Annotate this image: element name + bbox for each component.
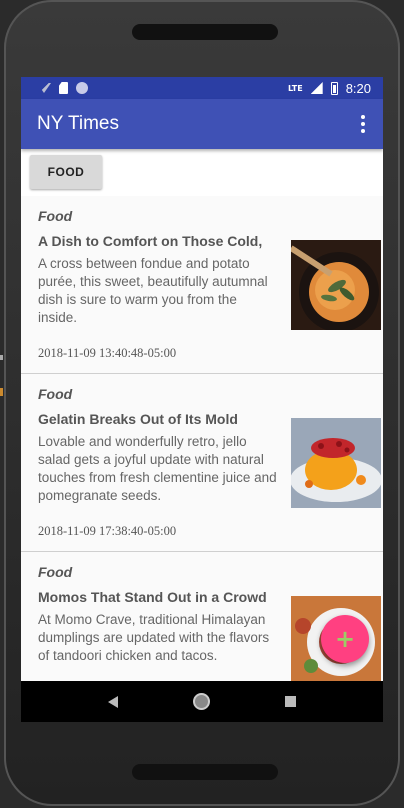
bottom-speaker xyxy=(132,764,278,780)
article-section: Food xyxy=(38,208,73,224)
article-abstract: A cross between fondue and potato purée,… xyxy=(38,256,268,325)
article-card[interactable]: Food Gelatin Breaks Out of Its Mold Lova… xyxy=(21,374,383,552)
back-icon[interactable] xyxy=(108,695,119,708)
recents-icon[interactable] xyxy=(284,696,296,707)
article-date: 2018-11-09 17:38:40-05:00 xyxy=(38,524,177,538)
home-icon[interactable] xyxy=(192,693,210,710)
signal-icon xyxy=(310,82,323,94)
article-section: Food xyxy=(38,386,73,402)
status-bar: LTE 8:20 xyxy=(21,77,383,99)
wifi-icon xyxy=(37,83,51,93)
article-section: Food xyxy=(38,564,73,580)
system-nav-bar xyxy=(21,681,383,722)
article-abstract: At Momo Crave, traditional Himalayan dum… xyxy=(38,612,270,663)
background-edge-mark xyxy=(0,355,3,360)
sd-card-icon xyxy=(59,82,68,94)
clock: 8:20 xyxy=(345,80,371,96)
article-headline: A Dish to Comfort on Those Cold, xyxy=(38,233,263,249)
article-thumbnail xyxy=(291,418,381,508)
add-fab-button[interactable]: + xyxy=(321,615,369,663)
article-headline: Momos That Stand Out in a Crowd xyxy=(38,589,267,605)
article-abstract: Lovable and wonderfully retro, jello sal… xyxy=(38,434,277,503)
filter-row: FOOD xyxy=(21,149,383,196)
article-thumbnail xyxy=(291,240,381,330)
article-date: 2018-11-09 13:40:48-05:00 xyxy=(38,346,177,360)
plus-icon: + xyxy=(334,625,356,653)
overflow-menu-icon[interactable] xyxy=(353,115,373,133)
lte-icon: LTE xyxy=(287,83,303,93)
article-headline: Gelatin Breaks Out of Its Mold xyxy=(38,411,238,427)
earpiece-speaker xyxy=(132,24,278,40)
jello-salad-image xyxy=(291,418,381,508)
soup-dish-image xyxy=(291,240,381,330)
food-filter-button[interactable]: FOOD xyxy=(30,155,102,189)
battery-icon xyxy=(330,81,338,95)
sync-icon xyxy=(76,82,88,94)
app-title: NY Times xyxy=(37,113,120,134)
article-card[interactable]: Food A Dish to Comfort on Those Cold, A … xyxy=(21,196,383,374)
background-edge-mark xyxy=(0,388,3,396)
app-bar: NY Times xyxy=(21,99,383,149)
